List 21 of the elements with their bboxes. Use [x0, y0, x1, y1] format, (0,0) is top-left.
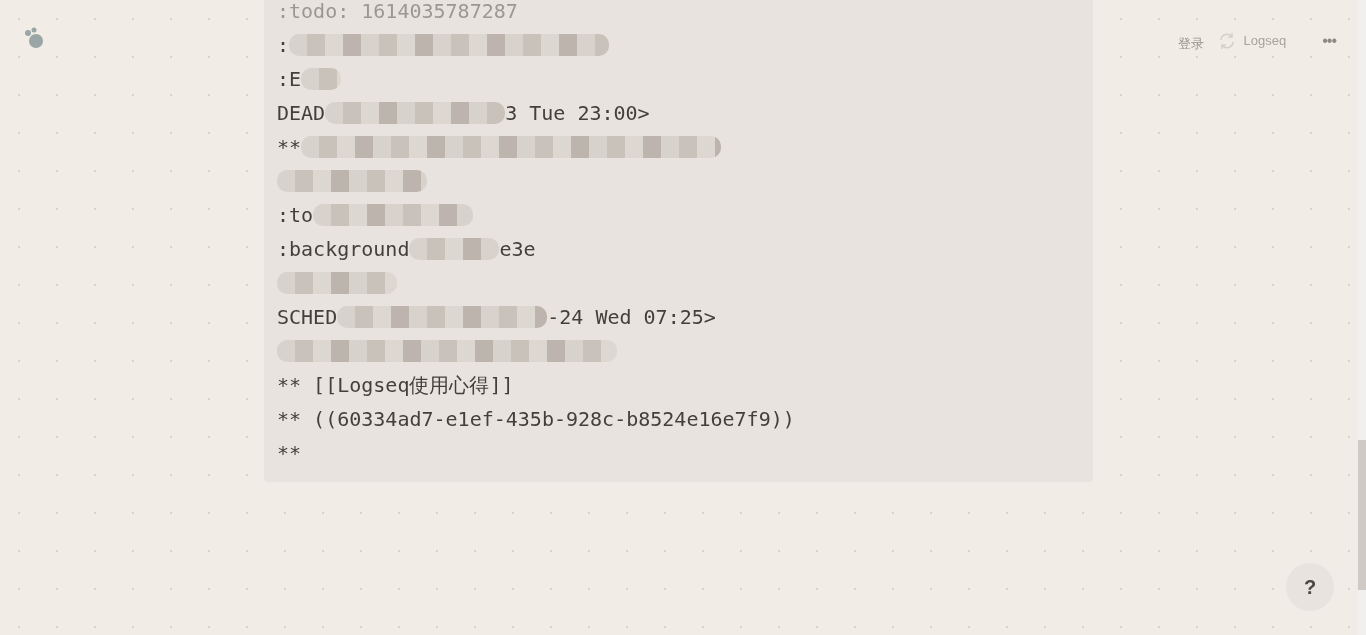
code-text: :E [277, 66, 302, 93]
code-text: :todo: 1614035787287 [277, 0, 518, 25]
scrollbar[interactable] [1358, 0, 1366, 635]
code-text: :background [277, 236, 410, 263]
help-button[interactable]: ? [1286, 563, 1334, 611]
sync-icon[interactable] [1217, 31, 1236, 50]
more-menu-button[interactable]: ••• [1322, 28, 1336, 53]
repo-title: Logseq [1243, 32, 1287, 50]
code-text: ** ((60334ad7-e1ef-435b-928c-b8524e16e7f9)) [277, 406, 795, 433]
login-button[interactable]: 登录 [1177, 34, 1204, 54]
blurred-text [301, 68, 342, 90]
code-text: e3e [499, 236, 536, 263]
code-text: : [277, 32, 290, 59]
code-text: 3 Tue 23:00> [505, 100, 650, 127]
code-text: ** [277, 440, 302, 467]
code-text: DEAD [277, 100, 326, 127]
code-text: -24 Wed 07:25> [547, 304, 716, 331]
code-text: :to [277, 202, 314, 229]
code-text: SCHED [277, 304, 338, 331]
code-text: ** [277, 134, 302, 161]
code-text: ** [[Logseq使用心得]] [277, 372, 514, 399]
